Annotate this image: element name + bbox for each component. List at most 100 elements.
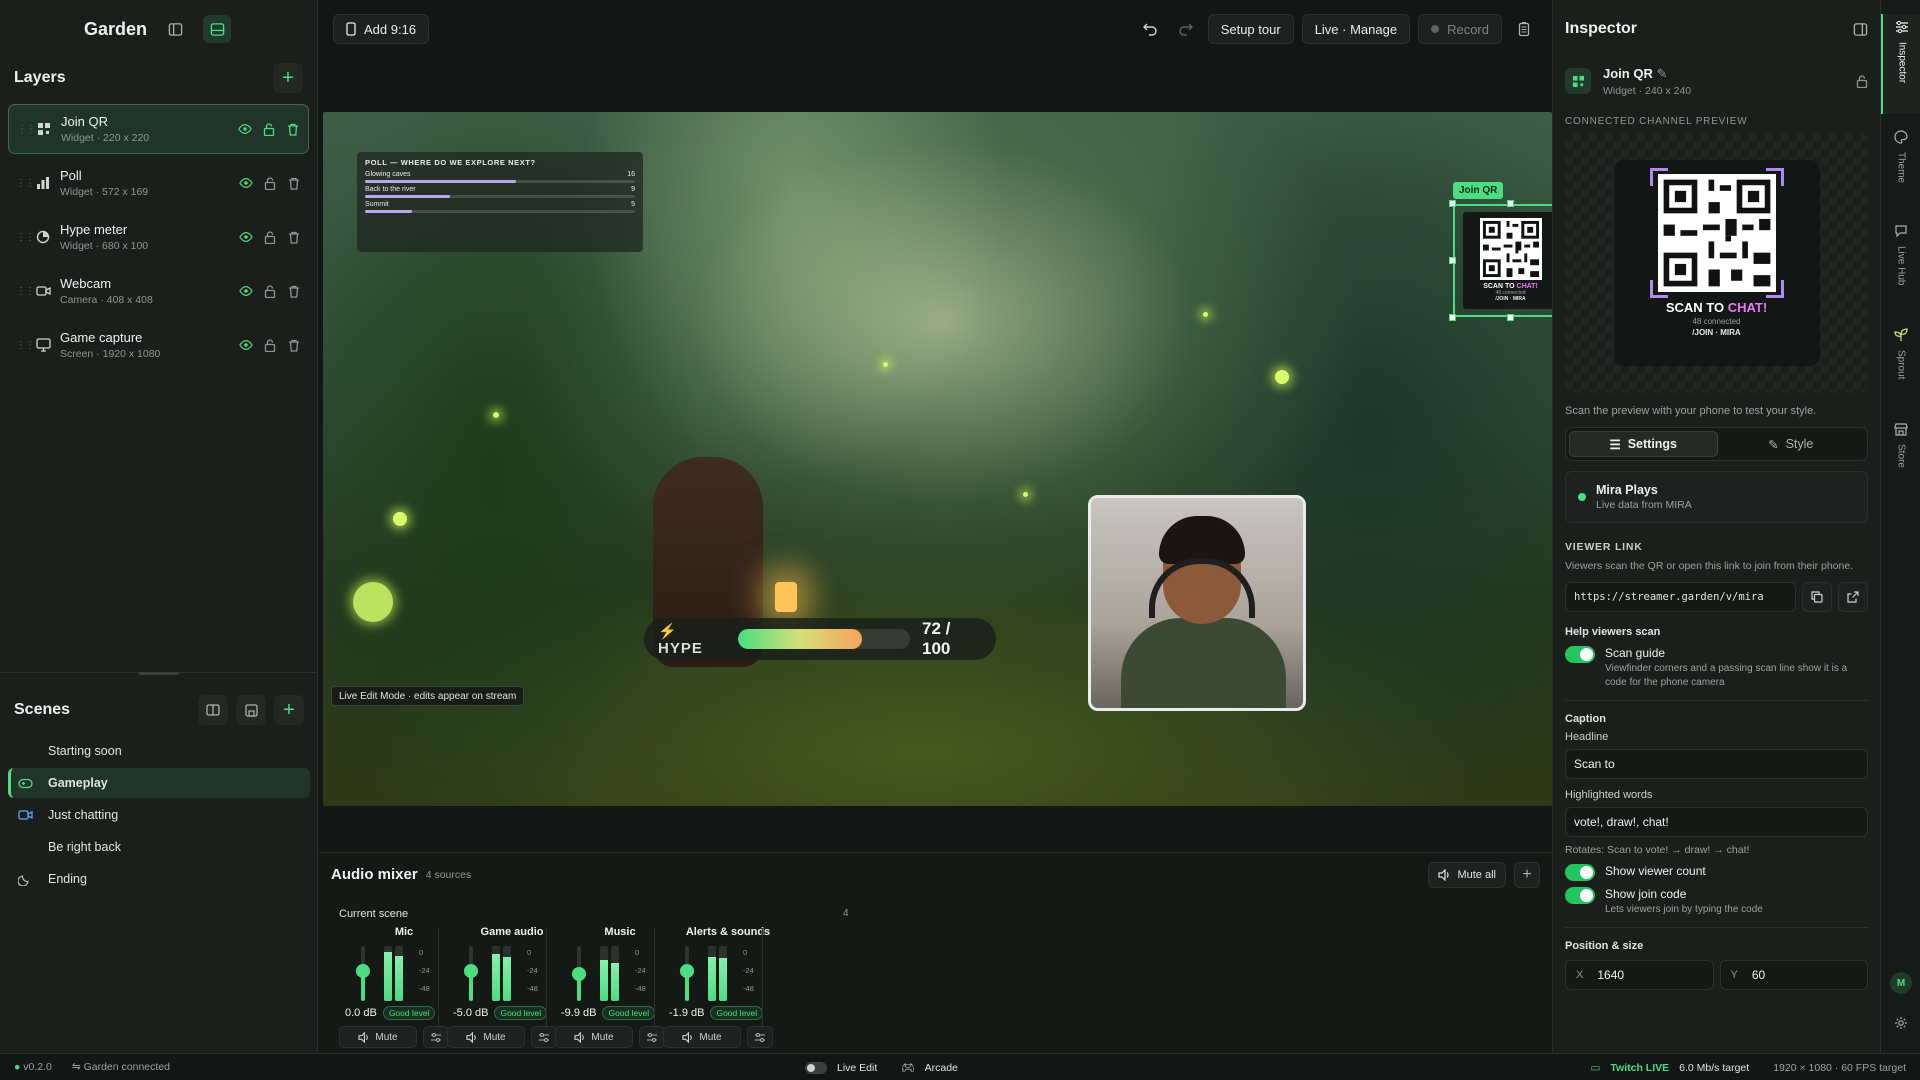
fader-knob[interactable] <box>464 963 478 978</box>
x-input[interactable]: X 1640 <box>1565 960 1714 990</box>
fader-knob[interactable] <box>680 963 694 978</box>
layer-item-join-qr[interactable]: ⋮⋮ Join QR Widget · 220 x 220 <box>8 104 309 154</box>
connected-channel-card[interactable]: Mira Plays Live data from MIRA <box>1565 471 1868 523</box>
panel-collapse-icon[interactable] <box>1853 22 1868 37</box>
rail-store[interactable]: Store <box>1881 422 1920 502</box>
copy-icon[interactable] <box>1802 582 1832 612</box>
qr-widget[interactable]: Join QR SCAN TO CHAT! 48 connected /JOIN <box>1449 182 1552 321</box>
trash-icon[interactable] <box>287 230 301 244</box>
meter-scale: 0 -24 -48 <box>743 944 754 998</box>
rail-sprout[interactable]: Sprout <box>1881 328 1920 408</box>
undo-icon[interactable] <box>1136 15 1164 43</box>
pencil-icon[interactable]: ✎ <box>1656 66 1667 81</box>
scan-guide-toggle[interactable] <box>1565 646 1595 663</box>
scene-item-ending[interactable]: Ending <box>8 864 310 894</box>
scene-item-gameplay[interactable]: Gameplay <box>8 768 310 798</box>
fader-knob[interactable] <box>572 966 586 981</box>
tab-style[interactable]: ✎ Style <box>1718 431 1865 457</box>
mute-button[interactable]: Mute <box>339 1026 417 1048</box>
eye-icon[interactable] <box>238 122 252 136</box>
scene-item-be-right-back[interactable]: Be right back <box>8 832 310 862</box>
panel-toggle-icon[interactable] <box>161 15 189 43</box>
eye-icon[interactable] <box>239 338 253 352</box>
grid-view-button[interactable] <box>198 695 228 725</box>
headline-input[interactable]: Scan to <box>1565 749 1868 779</box>
battery-icon[interactable] <box>1510 15 1538 43</box>
rail-theme[interactable]: Theme <box>1881 130 1920 210</box>
volume-fader[interactable] <box>572 946 586 1001</box>
drag-handle-icon[interactable]: ⋮⋮ <box>16 286 35 297</box>
resize-handle[interactable] <box>1449 257 1456 264</box>
avatar[interactable]: M <box>1890 972 1912 994</box>
lock-icon[interactable] <box>263 284 277 298</box>
setup-tour-button[interactable]: Setup tour <box>1207 14 1294 44</box>
tab-settings[interactable]: ☰ Settings <box>1569 431 1718 457</box>
poll-option: Summit 5 <box>365 201 635 213</box>
channel-settings-icon[interactable] <box>531 1026 557 1048</box>
trash-icon[interactable] <box>287 176 301 190</box>
resize-handle[interactable] <box>1507 314 1514 321</box>
y-input[interactable]: Y 60 <box>1719 960 1868 990</box>
trash-icon[interactable] <box>287 284 301 298</box>
add-vertical-button[interactable]: Add 9:16 <box>333 14 430 44</box>
resize-handle[interactable] <box>139 672 179 675</box>
channel-settings-icon[interactable] <box>747 1026 773 1048</box>
drag-handle-icon[interactable]: ⋮⋮ <box>16 178 35 189</box>
rail-live-hub[interactable]: Live Hub <box>1881 224 1920 314</box>
volume-fader[interactable] <box>680 946 694 1001</box>
firefly-glow <box>493 412 499 418</box>
redo-icon[interactable] <box>1172 15 1200 43</box>
poll-widget[interactable]: POLL — WHERE DO WE EXPLORE NEXT? Glowing… <box>357 152 643 252</box>
layer-item-webcam[interactable]: ⋮⋮ Webcam Camera · 408 x 408 <box>8 266 309 316</box>
gear-icon[interactable] <box>1894 1016 1908 1030</box>
channel-settings-icon[interactable] <box>639 1026 665 1048</box>
hype-meter-widget[interactable]: ⚡ HYPE 72 / 100 <box>644 618 996 660</box>
join-code-toggle[interactable] <box>1565 887 1595 904</box>
mute-button[interactable]: Mute <box>555 1026 633 1048</box>
mute-all-button[interactable]: Mute all <box>1428 861 1506 888</box>
lock-icon[interactable] <box>263 176 277 190</box>
volume-fader[interactable] <box>464 946 478 1001</box>
lock-icon[interactable] <box>263 338 277 352</box>
resize-handle[interactable] <box>1449 200 1456 207</box>
layer-item-hype-meter[interactable]: ⋮⋮ Hype meter Widget · 680 x 100 <box>8 212 309 262</box>
drag-handle-icon[interactable]: ⋮⋮ <box>16 232 35 243</box>
mute-button[interactable]: Mute <box>663 1026 741 1048</box>
stream-preview[interactable]: POLL — WHERE DO WE EXPLORE NEXT? Glowing… <box>323 112 1552 806</box>
eye-icon[interactable] <box>239 176 253 190</box>
add-source-button[interactable]: + <box>1514 861 1540 888</box>
lock-icon[interactable] <box>262 122 276 136</box>
add-layer-button[interactable]: + <box>273 63 303 93</box>
fader-knob[interactable] <box>356 963 370 978</box>
lock-icon[interactable] <box>263 230 277 244</box>
live-edit-toggle[interactable] <box>805 1061 827 1074</box>
external-link-icon[interactable] <box>1838 582 1868 612</box>
lock-icon[interactable] <box>1856 74 1868 88</box>
channel-settings-icon[interactable] <box>423 1026 449 1048</box>
volume-fader[interactable] <box>356 946 370 1001</box>
save-scene-button[interactable] <box>236 695 266 725</box>
webcam-feed[interactable] <box>1088 495 1306 711</box>
add-scene-button[interactable]: + <box>274 695 304 725</box>
live-manage-button[interactable]: Live · Manage <box>1301 14 1411 44</box>
resize-handle[interactable] <box>1507 200 1514 207</box>
layout-toggle-icon[interactable] <box>203 15 232 43</box>
layer-item-poll[interactable]: ⋮⋮ Poll Widget · 572 x 169 <box>8 158 309 208</box>
drag-handle-icon[interactable]: ⋮⋮ <box>16 340 35 351</box>
record-button[interactable]: Record <box>1418 14 1502 44</box>
scene-item-starting-soon[interactable]: Starting soon <box>8 736 310 766</box>
rail-inspector[interactable]: Inspector <box>1881 14 1920 114</box>
resize-handle[interactable] <box>1449 314 1456 321</box>
eye-icon[interactable] <box>239 230 253 244</box>
scene-item-just-chatting[interactable]: Just chatting <box>8 800 310 830</box>
viewer-link-field[interactable]: https://streamer.garden/v/mira <box>1565 582 1796 612</box>
highlight-input[interactable]: vote!, draw!, chat! <box>1565 807 1868 837</box>
trash-icon[interactable] <box>287 338 301 352</box>
trash-icon[interactable] <box>286 122 300 136</box>
eye-icon[interactable] <box>239 284 253 298</box>
viewer-count-toggle[interactable] <box>1565 864 1595 881</box>
mute-button[interactable]: Mute <box>447 1026 525 1048</box>
layer-item-game-capture[interactable]: ⋮⋮ Game capture Screen · 1920 x 1080 <box>8 320 309 370</box>
drag-handle-icon[interactable]: ⋮⋮ <box>17 124 36 135</box>
arcade-label[interactable]: Arcade <box>925 1062 958 1074</box>
